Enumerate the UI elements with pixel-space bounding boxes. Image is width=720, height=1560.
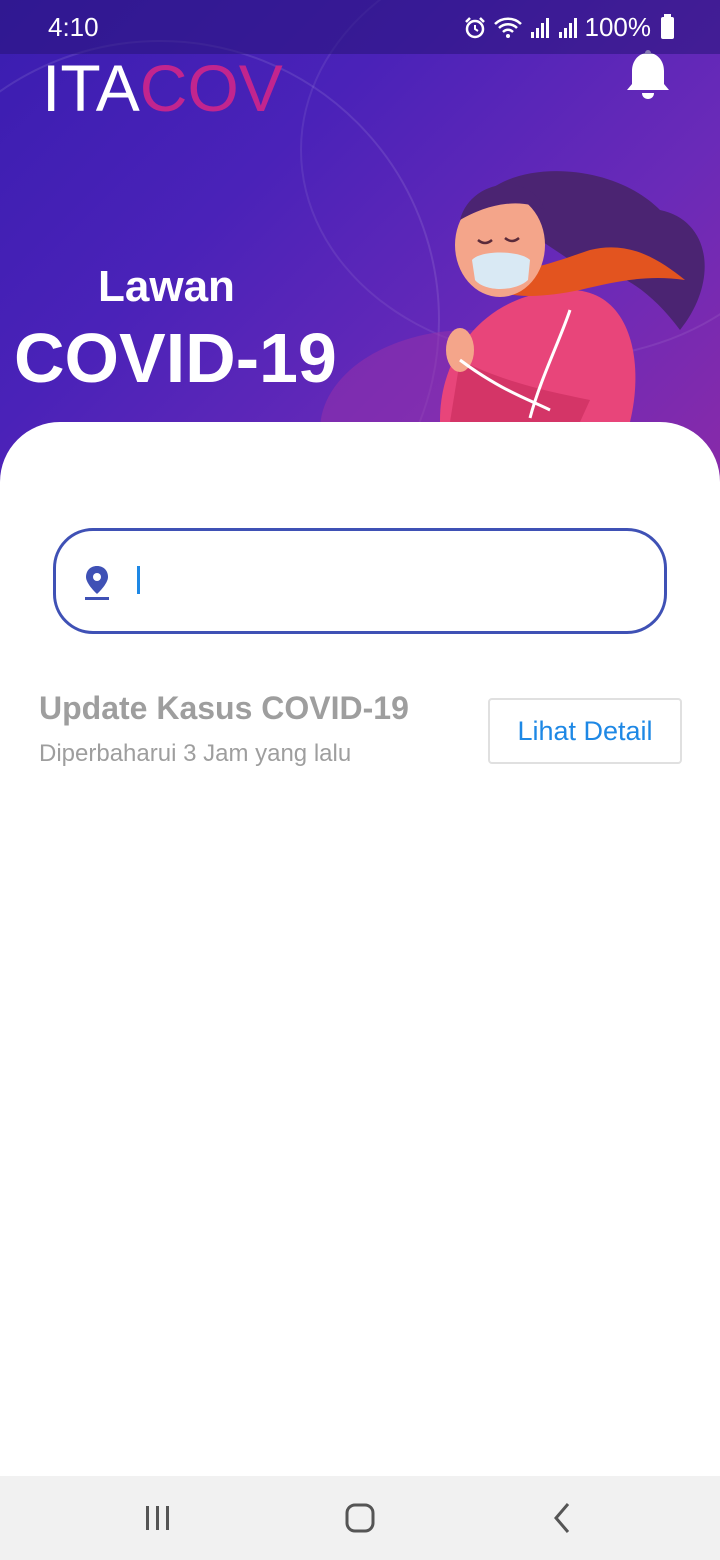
- text-cursor: [137, 566, 140, 594]
- wifi-icon: [493, 17, 522, 38]
- signal-icon: [530, 17, 549, 38]
- battery-percent: 100%: [584, 12, 652, 42]
- update-subtitle: Diperbaharui 3 Jam yang lalu: [39, 740, 352, 767]
- home-icon[interactable]: [340, 1498, 380, 1538]
- bell-icon[interactable]: [624, 48, 672, 100]
- back-icon[interactable]: [542, 1498, 582, 1538]
- logo-text-primary: ITA: [42, 51, 140, 125]
- logo-text-accent: COV: [139, 51, 283, 125]
- location-input[interactable]: [140, 555, 640, 609]
- hero-subtitle: Lawan: [98, 262, 235, 311]
- masked-woman-illustration: [440, 171, 705, 422]
- location-pin-icon: [85, 566, 109, 600]
- battery-icon: [661, 13, 674, 39]
- status-bar: 4:10 100%: [0, 0, 720, 54]
- recent-apps-icon[interactable]: [138, 1498, 178, 1538]
- status-icons: 100%: [463, 12, 674, 43]
- hero-title: COVID-19: [14, 319, 337, 397]
- view-detail-button[interactable]: Lihat Detail: [488, 698, 682, 764]
- signal-icon: [558, 17, 577, 38]
- status-time: 4:10: [48, 12, 99, 42]
- alarm-icon: [464, 16, 485, 38]
- system-navigation-bar: [0, 1476, 720, 1560]
- location-search-field[interactable]: [53, 528, 667, 634]
- update-title: Update Kasus COVID-19: [39, 690, 409, 726]
- app-logo: ITACOV: [42, 50, 283, 126]
